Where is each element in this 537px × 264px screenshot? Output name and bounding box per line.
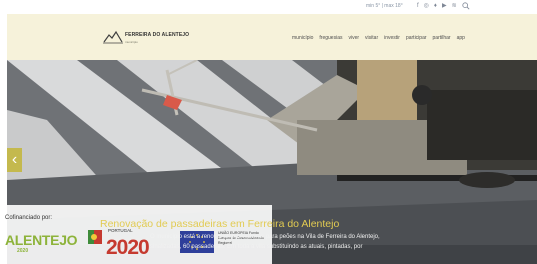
alentejo-2020-year: 2020 bbox=[17, 248, 29, 254]
funding-label: Cofinanciado por: bbox=[5, 215, 53, 221]
nav-item-app[interactable]: app bbox=[457, 35, 465, 41]
slide-text: O município está a renovar as passadeira… bbox=[150, 234, 380, 250]
top-utility-bar: min 5° | max 18° f ◎ ♦ ▶ ≋ bbox=[0, 0, 537, 14]
facebook-icon[interactable]: f bbox=[417, 2, 419, 10]
nav-item-municipio[interactable]: município bbox=[292, 35, 313, 41]
social-links: f ◎ ♦ ▶ ≋ bbox=[417, 2, 457, 10]
slider-prev-button[interactable]: ‹ bbox=[7, 148, 22, 172]
logo-name: FERREIRA DO ALENTEJO bbox=[125, 32, 190, 38]
twitter-icon[interactable]: ♦ bbox=[434, 2, 437, 10]
nav-item-investir[interactable]: investir bbox=[384, 35, 400, 41]
portugal-2020-logo: 2020 bbox=[106, 236, 150, 259]
rss-icon[interactable]: ≋ bbox=[452, 2, 457, 10]
nav-item-visitar[interactable]: visitar bbox=[365, 35, 378, 41]
alentejo-2020-logo: ALENTEJO bbox=[5, 232, 78, 248]
site-header: FERREIRA DO ALENTEJO município município… bbox=[7, 14, 537, 60]
slide-title[interactable]: Renovação de passadeiras em Ferreira do … bbox=[100, 218, 339, 230]
youtube-icon[interactable]: ▶ bbox=[442, 2, 447, 10]
search-icon[interactable] bbox=[462, 2, 470, 10]
nav-item-freguesias[interactable]: freguesias bbox=[319, 35, 342, 41]
main-nav: município freguesias viver visitar inves… bbox=[292, 35, 465, 41]
logo-subtitle: município bbox=[125, 40, 138, 44]
site-logo[interactable]: FERREIRA DO ALENTEJO município bbox=[103, 30, 193, 46]
logo-mark-icon bbox=[103, 30, 123, 44]
nav-item-participar[interactable]: participar bbox=[406, 35, 427, 41]
weather-info: min 5° | max 18° bbox=[366, 3, 403, 9]
nav-item-viver[interactable]: viver bbox=[348, 35, 359, 41]
nav-item-partilhar[interactable]: partilhar bbox=[433, 35, 451, 41]
instagram-icon[interactable]: ◎ bbox=[424, 2, 429, 10]
portugal-flag-icon bbox=[88, 230, 102, 244]
chevron-left-icon: ‹ bbox=[11, 151, 18, 168]
